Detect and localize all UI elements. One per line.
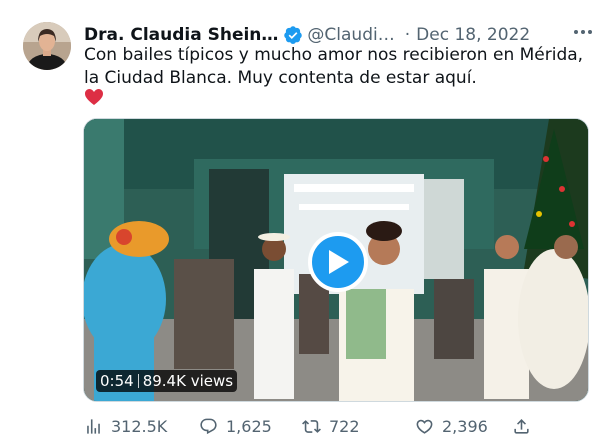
analytics-icon [87,418,100,434]
reply-button[interactable]: 1,625 [199,417,302,436]
heart-icon [416,419,433,434]
like-button[interactable]: 2,396 [415,417,512,436]
author-handle[interactable]: @Claudi… [307,25,394,45]
views-count: 312.5K [111,416,168,436]
share-button[interactable] [512,417,539,436]
views-button[interactable]: 312.5K [84,417,199,436]
red-heart-emoji-icon [85,89,103,105]
video-player[interactable]: 0:54 89.4K views [83,118,589,402]
badge-divider [137,374,139,388]
header-separator: · [404,25,411,45]
play-button[interactable] [308,232,368,292]
verified-badge-icon [284,26,303,44]
author-name[interactable]: Dra. Claudia Shein… [84,25,278,45]
more-options-icon[interactable] [570,22,596,42]
tweet-text: Con bailes típicos y mucho amor nos reci… [84,45,584,88]
action-bar: 312.5K 1,625 722 2,396 [84,415,539,437]
like-count: 2,396 [442,416,488,436]
video-views: 89.4K views [142,372,234,390]
retweet-button[interactable]: 722 [302,417,415,436]
retweet-count: 722 [329,416,360,436]
video-info-badge: 0:54 89.4K views [96,370,238,392]
tweet-card[interactable]: Dra. Claudia Shein… @Claudi… · Dec 18, 2… [0,0,610,446]
reply-icon [200,418,217,434]
play-icon [329,250,349,274]
retweet-icon [302,419,321,433]
reply-count: 1,625 [226,416,272,436]
share-icon [514,418,529,434]
avatar[interactable] [23,22,71,70]
tweet-date[interactable]: Dec 18, 2022 [416,25,530,45]
video-duration: 0:54 [100,372,134,390]
